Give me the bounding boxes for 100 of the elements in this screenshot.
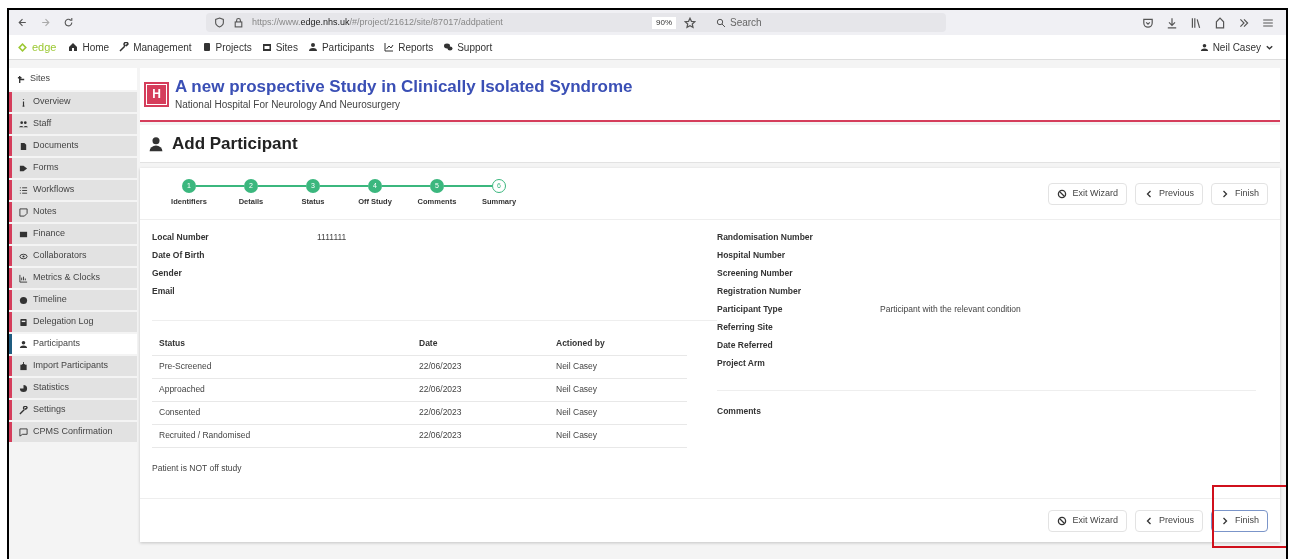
field-label: Date Referred — [717, 338, 774, 352]
people-icon — [19, 119, 28, 129]
step-connector — [258, 185, 306, 188]
back-icon[interactable] — [17, 17, 28, 28]
user-menu[interactable]: Neil Casey — [1199, 39, 1274, 55]
field-label: Participant Type — [717, 302, 784, 316]
sidebar-item[interactable]: Documents — [9, 136, 137, 156]
wallet-icon — [19, 229, 28, 239]
sidebar-item[interactable]: Delegation Log — [9, 312, 137, 332]
calendar-icon — [261, 42, 272, 52]
field-label: Date Of Birth — [152, 248, 206, 262]
nav-link[interactable]: Sites — [261, 39, 298, 55]
off-study-note: Patient is NOT off study — [152, 461, 243, 475]
field-label: Randomisation Number — [717, 230, 814, 244]
search-icon — [716, 17, 726, 28]
block-icon — [1057, 188, 1068, 199]
study-title: A new prospective Study in Clinically Isolated Syndrome — [175, 75, 633, 98]
comment-icon — [19, 427, 28, 437]
sidebar-item[interactable]: Finance — [9, 224, 137, 244]
column-header: Date — [412, 333, 549, 355]
finish-button[interactable]: Finish — [1211, 509, 1268, 532]
table-cell: Consented — [152, 401, 412, 424]
field-label: Gender — [152, 266, 183, 280]
list-icon — [19, 185, 28, 195]
table-cell: 22/06/2023 — [412, 378, 549, 401]
field-label: Screening Number — [717, 266, 794, 280]
nav-link[interactable]: Projects — [201, 39, 252, 55]
field-value: 1111111 — [317, 230, 347, 244]
finish-button[interactable]: Finish — [1211, 182, 1268, 205]
field-label: Local Number — [152, 230, 210, 244]
field-label: Comments — [717, 405, 762, 418]
previous-button[interactable]: Previous — [1134, 182, 1203, 205]
library-icon[interactable] — [1190, 16, 1202, 29]
clipboard-icon — [201, 42, 212, 52]
sidebar-item[interactable]: Notes — [9, 202, 137, 222]
table-cell: 22/06/2023 — [412, 424, 549, 447]
zoom-level[interactable]: 90% — [652, 16, 676, 29]
table-cell: 22/06/2023 — [412, 355, 549, 378]
user-icon — [148, 135, 164, 152]
lock-icon — [233, 17, 244, 28]
sidebar-item[interactable]: Participants — [9, 334, 137, 354]
user-icon — [19, 339, 28, 349]
step-connector — [196, 185, 244, 188]
tag-icon — [19, 163, 28, 173]
field-label: Project Arm — [717, 356, 766, 370]
chevron-right-icon — [1220, 188, 1230, 199]
sidebar-item[interactable]: Statistics — [9, 378, 137, 398]
nav-link[interactable]: Management — [119, 39, 192, 55]
sidebar-item[interactable]: Workflows — [9, 180, 137, 200]
field-label: Referring Site — [717, 320, 774, 334]
table-cell: Pre-Screened — [152, 355, 412, 378]
nav-link[interactable]: Support — [443, 39, 493, 55]
sidebar-item[interactable]: Timeline — [9, 290, 137, 310]
nav-link[interactable]: Participants — [307, 39, 375, 55]
pie-chart-icon — [19, 383, 28, 393]
previous-button[interactable]: Previous — [1134, 509, 1203, 532]
page-title: Add Participant — [172, 132, 298, 155]
chat-icon — [443, 42, 454, 52]
field-value: Participant with the relevant condition — [880, 302, 1021, 316]
user-icon — [307, 42, 318, 52]
nav-link[interactable]: Reports — [384, 39, 434, 55]
wrench-icon — [119, 42, 130, 52]
hospital-name: National Hospital For Neurology And Neurosurgery — [175, 98, 402, 113]
exit-wizard-button[interactable]: Exit Wizard — [1048, 182, 1127, 205]
table-cell: Neil Casey — [549, 424, 687, 447]
step-connector — [382, 185, 430, 188]
circle-icon — [19, 295, 28, 305]
block-icon — [1057, 515, 1068, 526]
table-cell: 22/06/2023 — [412, 401, 549, 424]
column-header: Status — [152, 333, 412, 355]
chart-icon — [384, 42, 395, 52]
sidebar-item[interactable]: Settings — [9, 400, 137, 420]
star-icon[interactable] — [684, 16, 696, 29]
download-icon[interactable] — [1166, 16, 1178, 29]
table-cell: Neil Casey — [549, 401, 687, 424]
sidebar-item[interactable]: Metrics & Clocks — [9, 268, 137, 288]
column-header: Actioned by — [549, 333, 687, 355]
overflow-icon[interactable] — [1238, 16, 1250, 29]
note-icon — [19, 207, 28, 217]
pocket-icon[interactable] — [1142, 16, 1154, 29]
sidebar-header[interactable]: Sites — [9, 68, 137, 90]
document-icon — [19, 141, 28, 151]
chevron-right-icon — [1220, 515, 1230, 526]
upload-icon — [19, 361, 28, 371]
sidebar-item[interactable]: Staff — [9, 114, 137, 134]
eye-icon — [19, 251, 28, 261]
step-connector — [444, 185, 492, 188]
address-bar[interactable]: https://www.edge.nhs.uk/#/project/21612/site/87017/addpatient 90% Search — [206, 13, 946, 32]
nav-link[interactable]: Home — [68, 39, 110, 55]
reload-icon[interactable] — [63, 17, 74, 28]
sidebar-item[interactable]: CPMS Confirmation — [9, 422, 137, 442]
sidebar-item[interactable]: Overview — [9, 92, 137, 112]
sidebar-item[interactable]: Collaborators — [9, 246, 137, 266]
sidebar-item[interactable]: Forms — [9, 158, 137, 178]
exit-wizard-button[interactable]: Exit Wizard — [1048, 509, 1127, 532]
chart-icon — [19, 273, 28, 283]
user-icon — [1199, 42, 1209, 52]
sidebar-item[interactable]: Import Participants — [9, 356, 137, 376]
wrench-icon — [19, 405, 28, 415]
table-cell: Recruited / Randomised — [152, 424, 412, 447]
